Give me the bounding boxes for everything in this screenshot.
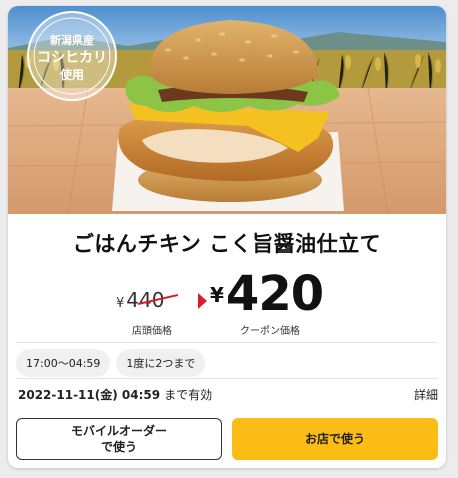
divider	[16, 342, 438, 343]
validity-text: 2022-11-11(金) 04:59 まで有効	[18, 386, 212, 403]
original-price: ¥440	[116, 288, 164, 312]
mobile-order-label-line2: で使う	[100, 440, 137, 454]
limit-badge: 1度に2つまで	[116, 349, 206, 377]
price-arrow-icon	[198, 293, 207, 309]
mobile-order-label-line1: モバイルオーダー	[70, 424, 167, 438]
mobile-order-button[interactable]: モバイルオーダー で使う	[16, 418, 222, 460]
product-image: 新潟県産 コシヒカリ 使用	[8, 6, 446, 214]
original-price-label: 店頭価格	[132, 326, 172, 337]
coupon-price: ¥420	[210, 266, 324, 322]
product-title: ごはんチキン こく旨醤油仕立て	[72, 232, 382, 256]
coupon-price-value: 420	[225, 266, 324, 322]
coupon-price-label: クーポン価格	[240, 326, 300, 337]
time-range-badge: 17:00〜04:59	[16, 349, 111, 377]
expiry-suffix: まで有効	[164, 388, 213, 402]
original-price-value: 440	[126, 288, 165, 312]
expiry-date: 2022-11-11(金) 04:59	[18, 388, 161, 402]
detail-link[interactable]: 詳細	[414, 386, 438, 403]
use-in-store-button[interactable]: お店で使う	[232, 418, 438, 460]
coupon-card: 新潟県産 コシヒカリ 使用 ごはんチキン こく旨醤油仕立て ¥440 店頭価格 …	[8, 6, 446, 468]
badge-line-1: 新潟県産	[50, 33, 94, 47]
coupon-yen-sign: ¥	[210, 283, 224, 307]
divider	[16, 378, 438, 379]
condition-badges: 17:00〜04:59 1度に2つまで	[16, 349, 206, 377]
badge-line-3: 使用	[59, 67, 84, 82]
original-yen-sign: ¥	[116, 296, 125, 311]
badge-line-2: コシヒカリ	[37, 50, 107, 66]
